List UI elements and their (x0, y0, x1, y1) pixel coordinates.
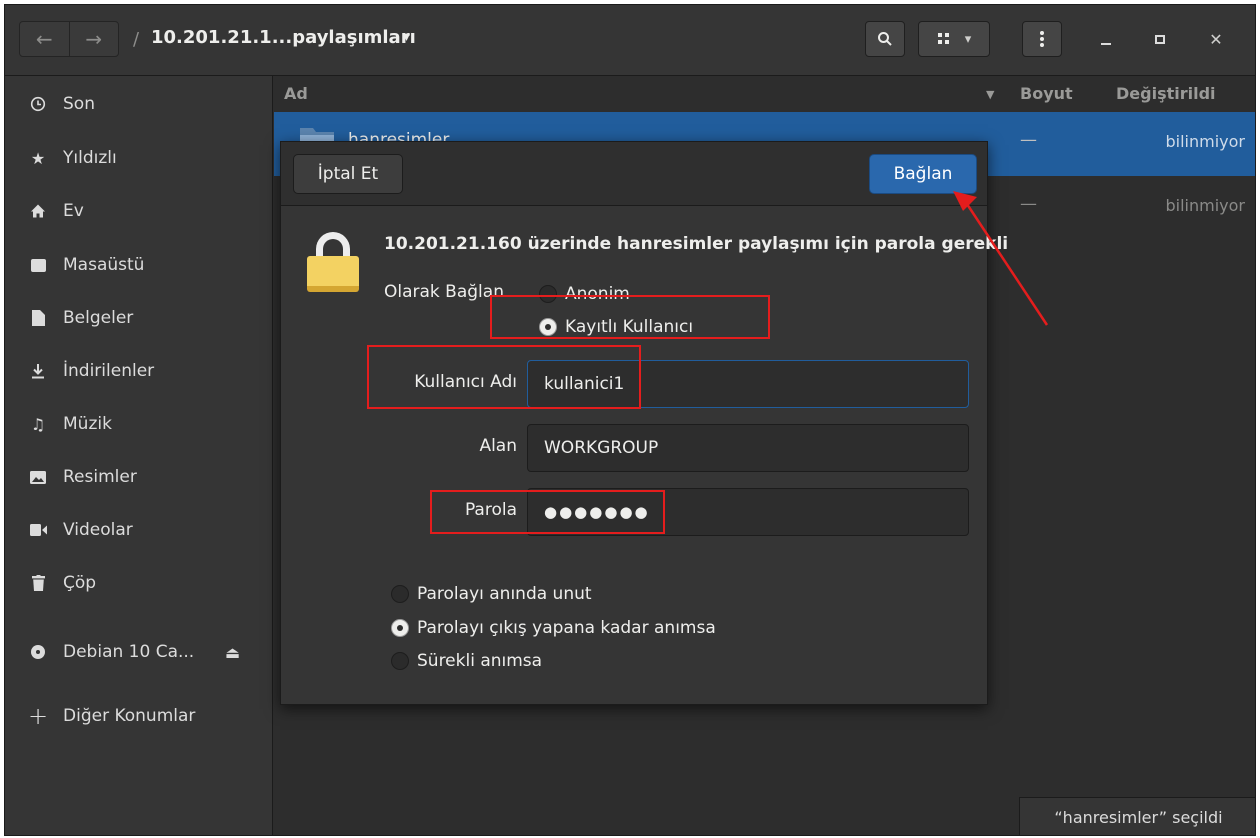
annotation-arrow (953, 191, 1049, 326)
file-manager-window: ← → / 10.201.21.1...paylaşımları ▾ ▾ ✕ S… (4, 4, 1256, 836)
